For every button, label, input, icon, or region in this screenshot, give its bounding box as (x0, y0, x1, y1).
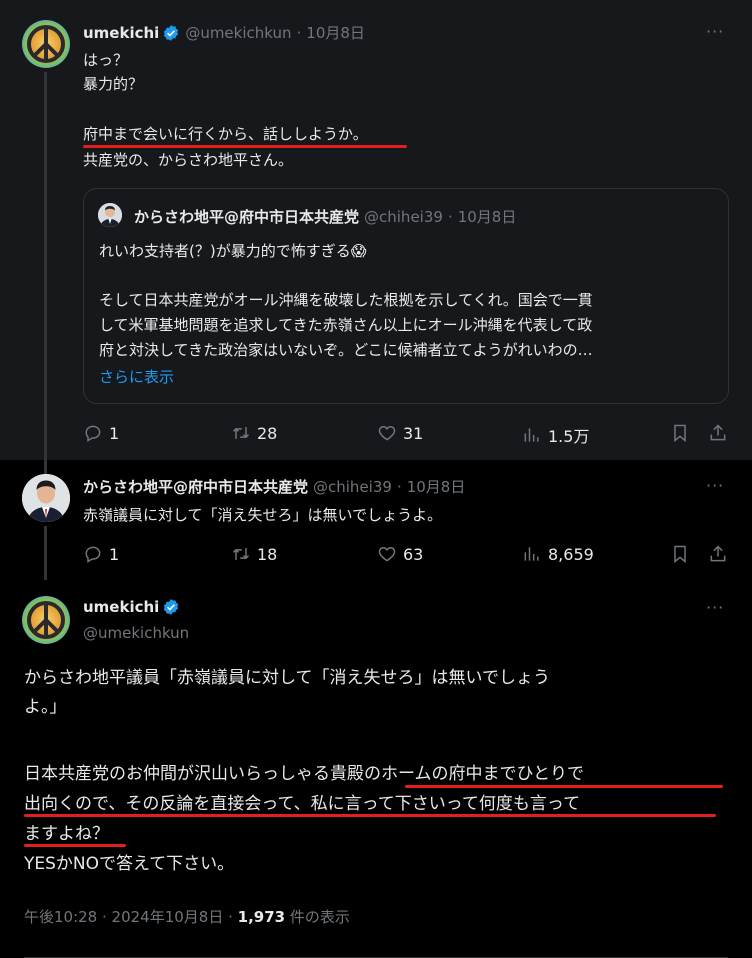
thread-line (44, 72, 47, 460)
timestamp[interactable]: 午後10:28 · 2024年10月8日 · (24, 908, 238, 926)
show-more-link[interactable]: さらに表示 (99, 366, 174, 387)
views-chart-icon (524, 547, 539, 561)
quote-avatar (98, 203, 122, 227)
bookmark-button[interactable] (670, 423, 690, 443)
avatar[interactable] (22, 20, 70, 68)
quote-display-name[interactable]: からさわ地平@府中市日本共産党 (134, 206, 359, 227)
peace-icon (27, 601, 65, 639)
tweet-line: はっ？ (83, 51, 129, 69)
handle[interactable]: @umekichkun (83, 624, 189, 642)
date[interactable]: 10月8日 (407, 476, 466, 497)
red-underline-annotation (83, 145, 407, 148)
main-tweet[interactable]: umekichi @umekichkun ··· からさわ地平議員「赤嶺議員に対… (0, 580, 752, 958)
tweet-line: よ。」 (24, 697, 67, 717)
heart-icon (378, 546, 396, 562)
avatar[interactable] (22, 596, 70, 644)
views-chart-icon (524, 428, 539, 442)
tweet-line: 暴力的？ (83, 75, 144, 93)
reply-count: 1 (109, 423, 120, 443)
red-underline-annotation (405, 785, 723, 788)
handle[interactable]: @chihei39 (313, 478, 392, 496)
repost-icon (232, 548, 250, 560)
tweet-header: からさわ地平@府中市日本共産党 @chihei39 · 10月8日 (83, 476, 465, 497)
reply-icon (85, 546, 101, 563)
separator: · (447, 207, 453, 226)
view-count: 1,973 (237, 908, 286, 926)
separator: · (296, 23, 302, 42)
quoted-tweet[interactable]: からさわ地平@府中市日本共産党 @chihei39 · 10月8日 れいわ支持者… (83, 188, 729, 404)
view-label: 件の表示 (285, 908, 350, 926)
tweet-header: umekichi @umekichkun · 10月8日 (83, 22, 365, 43)
more-options-icon[interactable]: ··· (706, 476, 724, 495)
more-options-icon[interactable]: ··· (706, 22, 724, 41)
like-button[interactable]: 31 (377, 423, 423, 443)
tweet-line: YESかNOで答えて下さい。 (24, 854, 235, 874)
quote-handle[interactable]: @chihei39 (364, 208, 443, 226)
reply-button[interactable]: 1 (83, 423, 119, 443)
tweet-line: からさわ地平議員「赤嶺議員に対して「消え失せろ」は無いでしょう (24, 668, 550, 688)
share-button[interactable] (708, 423, 728, 443)
handle[interactable]: @umekichkun (185, 24, 291, 42)
display-name[interactable]: umekichi (83, 598, 159, 616)
red-underline-annotation (24, 844, 126, 847)
tweet-line: 日本共産党のお仲間が沢山いらっしゃる貴殿のホームの府中までひとりで (24, 764, 584, 784)
repost-icon (232, 427, 250, 439)
tweet-2[interactable]: からさわ地平@府中市日本共産党 @chihei39 · 10月8日 ··· 赤嶺… (0, 460, 752, 580)
share-icon (710, 424, 726, 441)
quote-line: れいわ支持者(？)が暴力的で怖すぎる😱 (99, 242, 367, 260)
views-count: 8,659 (548, 544, 594, 564)
repost-button[interactable]: 28 (231, 423, 277, 443)
tweet-1[interactable]: umekichi @umekichkun · 10月8日 ··· はっ？ 暴力的… (0, 0, 752, 460)
person-avatar-icon (98, 203, 122, 227)
like-count: 31 (403, 423, 424, 443)
views-count: 1.5万 (548, 427, 590, 446)
avatar[interactable] (22, 474, 70, 522)
views-button[interactable]: 1.5万 (522, 423, 589, 447)
quote-header: からさわ地平@府中市日本共産党 @chihei39 · 10月8日 (134, 206, 516, 227)
separator: · (396, 477, 402, 496)
bookmark-button[interactable] (670, 544, 690, 564)
repost-button[interactable]: 18 (231, 544, 277, 564)
quote-line: して米軍基地問題を追求してきた赤嶺さん以上にオール沖縄を代表して政 (99, 316, 593, 334)
verified-badge-icon (164, 24, 179, 41)
more-options-icon[interactable]: ··· (706, 598, 724, 617)
heart-icon (378, 425, 396, 441)
display-name[interactable]: umekichi (83, 24, 159, 42)
tweet-line: 共産党の、からさわ地平さん。 (83, 151, 294, 169)
tweet-meta: 午後10:28 · 2024年10月8日 · 1,973 件の表示 (24, 906, 350, 927)
reply-icon (85, 425, 101, 442)
share-icon (710, 545, 726, 562)
bookmark-icon (674, 424, 686, 443)
quote-line: そして日本共産党がオール沖縄を破壊した根拠を示してくれ。国会で一貫 (99, 291, 593, 309)
tweet-text: 赤嶺議員に対して「消え失せろ」は無いでしょうよ。 (83, 506, 443, 524)
handle-row: @umekichkun (83, 624, 189, 642)
repost-count: 28 (257, 423, 278, 443)
repost-count: 18 (257, 544, 278, 564)
bookmark-icon (674, 545, 686, 564)
reply-count: 1 (109, 544, 120, 564)
quote-date: 10月8日 (457, 208, 517, 226)
tweet-line: 府中まで会いに行くから、話ししようか。 (83, 125, 368, 143)
quote-line: 府と対決してきた政治家はいないぞ。どこに候補者立てようがれいわの… (99, 341, 593, 359)
share-button[interactable] (708, 544, 728, 564)
views-button[interactable]: 8,659 (522, 544, 594, 564)
display-name[interactable]: からさわ地平@府中市日本共産党 (83, 476, 308, 497)
like-button[interactable]: 63 (377, 544, 423, 564)
red-underline-annotation (24, 814, 716, 817)
peace-icon (27, 25, 65, 63)
tweet-header: umekichi (83, 598, 180, 616)
thread-line (44, 526, 47, 580)
like-count: 63 (403, 544, 424, 564)
reply-button[interactable]: 1 (83, 544, 119, 564)
thread-line (44, 460, 47, 474)
verified-badge-icon (164, 599, 179, 615)
person-avatar-icon (22, 474, 70, 522)
date[interactable]: 10月8日 (306, 22, 365, 43)
